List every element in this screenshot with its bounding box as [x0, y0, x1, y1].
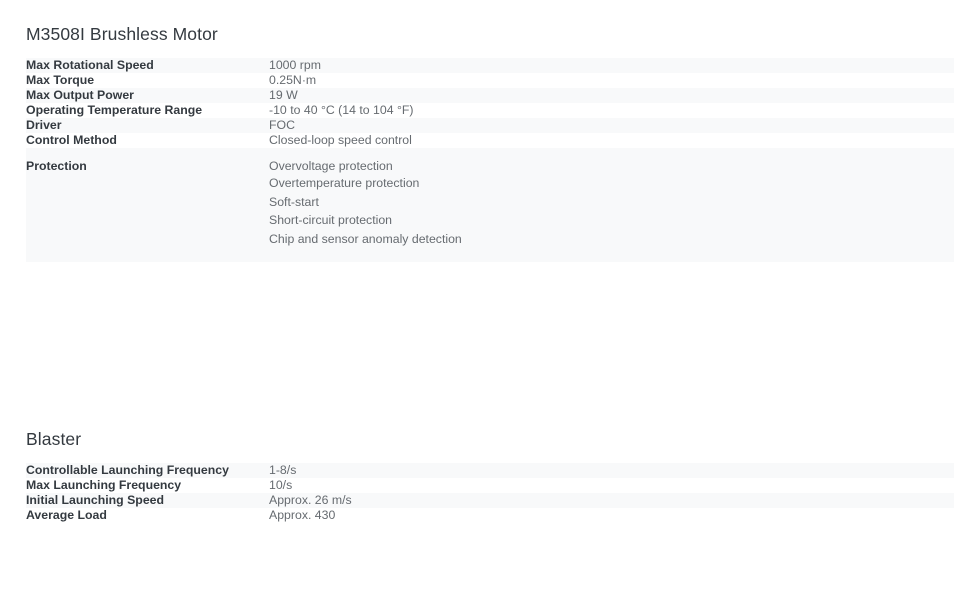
spec-label: Protection [26, 159, 87, 173]
spec-value: Closed-loop speed control [269, 133, 412, 147]
spec-value: 19 W [269, 88, 298, 102]
spec-label: Max Rotational Speed [26, 58, 154, 72]
spec-value: FOC [269, 118, 295, 132]
table-row: Max Rotational Speed 1000 rpm [26, 58, 954, 73]
spec-label: Operating Temperature Range [26, 103, 203, 117]
table-row: Max Torque 0.25N·m [26, 73, 954, 88]
spec-label: Driver [26, 118, 62, 132]
table-row: Average Load Approx. 430 [26, 508, 954, 523]
spec-label: Max Launching Frequency [26, 478, 182, 492]
spec-label: Max Output Power [26, 88, 134, 102]
spec-label: Initial Launching Speed [26, 493, 165, 507]
spec-table-blaster-body: Controllable Launching Frequency 1-8/s Max… [26, 463, 954, 523]
spec-label: Controllable Launching Frequency [26, 463, 229, 477]
spec-value-line: Soft-start [269, 194, 319, 209]
page-title-blaster: Blaster [26, 428, 82, 449]
spec-value: -10 to 40 °C (14 to 104 °F) [269, 103, 414, 117]
table-row: Max Output Power 19 W [26, 88, 954, 103]
table-row: Operating Temperature Range -10 to 40 °C … [26, 103, 954, 118]
spec-value-line: Chip and sensor anomaly detection [269, 231, 462, 246]
spec-value: 10/s [269, 478, 293, 492]
spec-table-motor-body: Max Rotational Speed 1000 rpm Max Torque 0.… [26, 58, 954, 263]
table-row: Protection Overvoltage protection Overtemp… [26, 148, 954, 263]
spec-value-line: Overvoltage protection [269, 159, 393, 173]
spec-value-line: Short-circuit protection [269, 213, 393, 228]
spec-value: Overvoltage protection Overtemperature pr… [269, 148, 954, 262]
spec-value-line: Overtemperature protection [269, 176, 420, 190]
table-row: Driver FOC [26, 118, 954, 133]
table-row: Control Method Closed-loop speed control [26, 133, 954, 148]
table-row: Controllable Launching Frequency 1-8/s [26, 463, 954, 478]
spec-value: 0.25N·m [269, 73, 317, 87]
spec-value: 1-8/s [269, 463, 297, 477]
spec-label: Max Torque [26, 73, 95, 87]
spec-value: Approx. 26 m/s [269, 493, 352, 507]
spec-table-blaster: Controllable Launching Frequency 1-8/s Max… [26, 463, 954, 523]
spec-label: Average Load [26, 508, 107, 522]
spec-table-motor: Max Rotational Speed 1000 rpm Max Torque 0.… [26, 58, 954, 263]
table-row: Max Launching Frequency 10/s [26, 478, 954, 493]
table-row: Initial Launching Speed Approx. 26 m/s [26, 493, 954, 508]
spec-sheet-page: M3508I Brushless Motor Max Rotational Sp… [0, 0, 960, 615]
spec-label: Control Method [26, 133, 117, 147]
page-title-motor: M3508I Brushless Motor [26, 23, 218, 44]
spec-value: 1000 rpm [269, 58, 321, 72]
spec-value: Approx. 430 [269, 508, 336, 522]
